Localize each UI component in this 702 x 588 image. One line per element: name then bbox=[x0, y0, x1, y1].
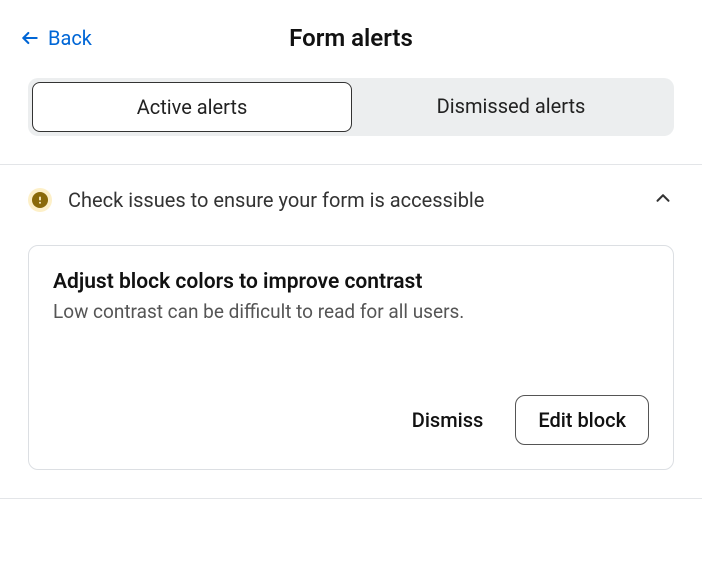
alert-card-actions: Dismiss Edit block bbox=[53, 395, 649, 445]
collapse-toggle[interactable] bbox=[652, 187, 674, 213]
alert-card-description: Low contrast can be difficult to read fo… bbox=[53, 300, 649, 323]
divider bbox=[0, 498, 702, 499]
section-header: Check issues to ensure your form is acce… bbox=[0, 165, 702, 235]
page-title: Form alerts bbox=[20, 24, 682, 52]
tabs-container: Active alerts Dismissed alerts bbox=[0, 68, 702, 164]
edit-block-button[interactable]: Edit block bbox=[515, 395, 649, 445]
tab-dismissed-alerts[interactable]: Dismissed alerts bbox=[352, 82, 670, 132]
alert-card-title: Adjust block colors to improve contrast bbox=[53, 270, 649, 294]
dismiss-button[interactable]: Dismiss bbox=[412, 408, 484, 432]
tabs: Active alerts Dismissed alerts bbox=[28, 78, 674, 136]
tab-active-alerts[interactable]: Active alerts bbox=[32, 82, 352, 132]
arrow-left-icon bbox=[20, 28, 40, 48]
warning-icon bbox=[28, 188, 52, 212]
back-label: Back bbox=[48, 26, 92, 50]
chevron-up-icon bbox=[652, 187, 674, 209]
header: Back Form alerts bbox=[0, 0, 702, 68]
back-button[interactable]: Back bbox=[20, 26, 92, 50]
alert-card: Adjust block colors to improve contrast … bbox=[28, 245, 674, 470]
section-heading: Check issues to ensure your form is acce… bbox=[68, 188, 636, 212]
